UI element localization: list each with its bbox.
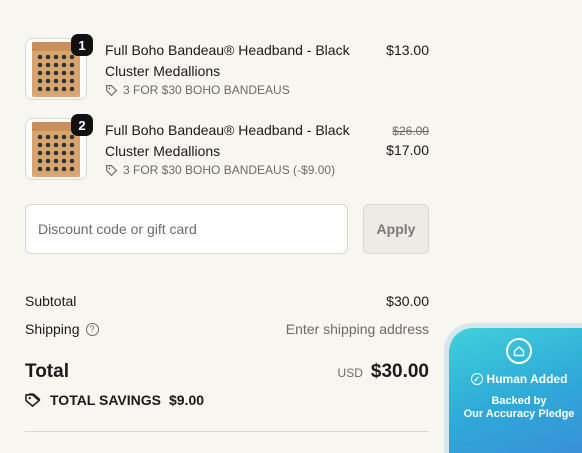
total-value: $30.00	[370, 361, 429, 382]
total-savings: TOTAL SAVINGS $9.00	[25, 392, 204, 408]
product-thumbnail: 1	[25, 34, 93, 100]
check-icon: ✓	[470, 373, 483, 385]
divider	[25, 431, 429, 432]
product-thumbnail: 2	[25, 114, 93, 180]
savings-value: $9.00	[168, 392, 205, 408]
apply-button[interactable]: Apply	[363, 204, 429, 254]
help-icon[interactable]: ?	[85, 322, 99, 336]
product-title: Full Boho Bandeau® Headband - Black Clus…	[105, 42, 350, 79]
discount-line: 3 FOR $30 BOHO BANDEAUS (-$9.00)	[105, 163, 335, 177]
badge-title: Human Added	[486, 372, 568, 386]
product-title: Full Boho Bandeau® Headband - Black Clus…	[105, 122, 350, 159]
quantity-badge: 1	[71, 34, 93, 56]
discount-line: 3 FOR $30 BOHO BANDEAUS	[105, 83, 290, 97]
original-price: $26.00	[392, 124, 429, 138]
badge-line-2: Our Accuracy Pledge	[463, 408, 575, 420]
line-item: 2 Full Boho Bandeau® Headband - Black Cl…	[25, 114, 429, 182]
subtotal-row: Subtotal $30.00	[25, 293, 429, 311]
currency-code: USD	[337, 366, 363, 380]
total-label: Total	[25, 361, 69, 382]
savings-label: TOTAL SAVINGS	[50, 392, 161, 408]
badge-subtitle: Backed by Our Accuracy Pledge	[449, 395, 582, 421]
tag-icon	[106, 164, 118, 176]
total-amount: USD $30.00	[338, 361, 429, 383]
discount-label: 3 FOR $30 BOHO BANDEAUS (-$9.00)	[123, 163, 336, 177]
home-icon	[506, 338, 532, 364]
item-price: $17.00	[386, 142, 429, 158]
shipping-label: Shipping	[25, 321, 80, 337]
item-price: $13.00	[386, 42, 429, 58]
tag-icon	[25, 392, 41, 407]
shipping-row: Shipping ? Enter shipping address	[25, 321, 429, 339]
shipping-label-group: Shipping ?	[25, 321, 99, 337]
quantity-badge: 2	[71, 114, 93, 136]
subtotal-label: Subtotal	[25, 293, 77, 309]
accuracy-pledge-badge[interactable]: ✓ Human Added Backed by Our Accuracy Ple…	[444, 323, 582, 453]
shipping-value: Enter shipping address	[285, 321, 429, 337]
tag-icon	[106, 84, 118, 96]
subtotal-value: $30.00	[386, 293, 429, 309]
discount-label: 3 FOR $30 BOHO BANDEAUS	[123, 83, 290, 97]
badge-title-row: ✓ Human Added	[449, 372, 582, 386]
discount-code-input[interactable]	[25, 204, 348, 254]
badge-line-1: Backed by	[491, 395, 547, 407]
line-item: 1 Full Boho Bandeau® Headband - Black Cl…	[25, 34, 429, 102]
